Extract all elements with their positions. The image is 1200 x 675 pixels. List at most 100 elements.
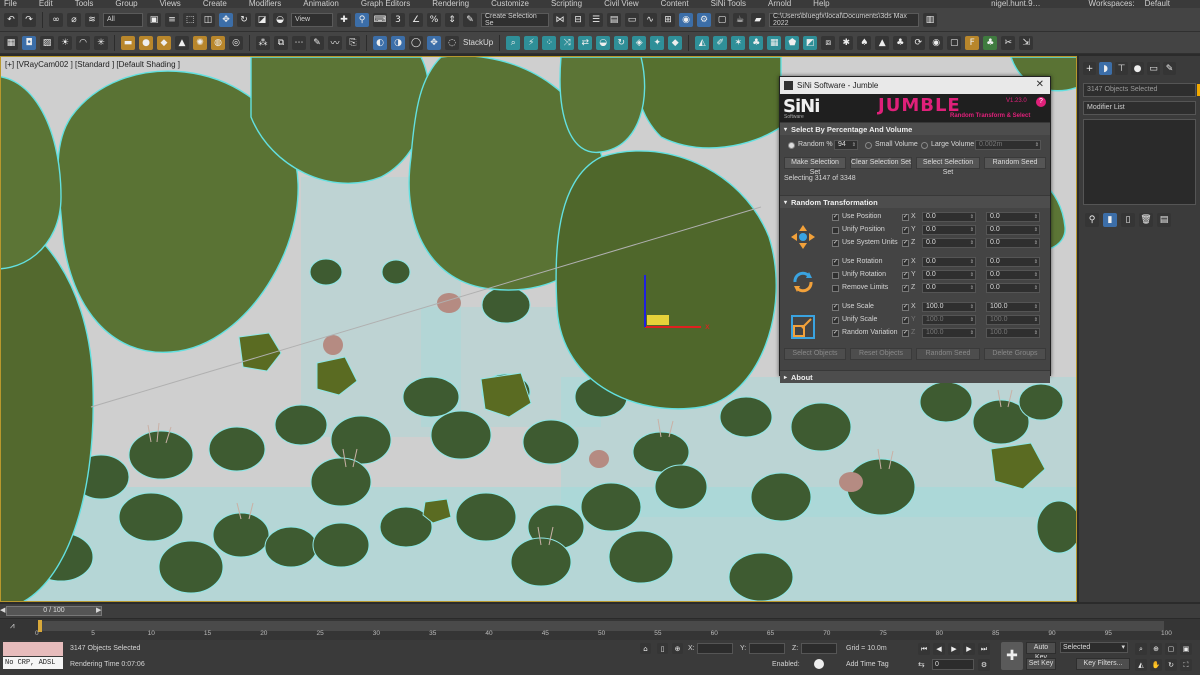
use-position-checkbox[interactable]: ✓	[832, 214, 839, 221]
undo-icon[interactable]: ↶	[4, 12, 18, 27]
go-to-end-icon[interactable]: ⏭	[978, 643, 990, 655]
bush-icon[interactable]: ♣	[893, 35, 908, 50]
random-percent-spinner[interactable]: 94 ⇕	[834, 140, 858, 150]
viewport-label[interactable]: [+] [VRayCam002 ] [Standard ] [Default S…	[5, 60, 180, 69]
scale-y-min[interactable]: 100.0 ⇕	[922, 315, 976, 325]
position-x-checkbox[interactable]: ✓	[902, 214, 909, 221]
scale-x-min[interactable]: 100.0 ⇕	[922, 302, 976, 312]
scale-z-max[interactable]: 100.0 ⇕	[986, 328, 1040, 338]
about-section-header[interactable]: ▸ About	[780, 370, 1050, 383]
absolute-mode-icon[interactable]: ⊕	[672, 643, 683, 654]
slider-prev-icon[interactable]: ◀	[0, 606, 5, 614]
select-selection-set-button[interactable]: Select Selection Set	[916, 157, 980, 176]
vray-ipr-icon[interactable]: ▨	[40, 35, 54, 50]
position-x-min[interactable]: 0.0 ⇕	[922, 212, 976, 222]
plant-icon[interactable]: ♣	[983, 35, 998, 50]
next-frame-icon[interactable]: ▶	[963, 643, 975, 655]
menu-modifiers[interactable]: Modifiers	[249, 0, 281, 8]
link-icon[interactable]: ∞	[49, 12, 63, 27]
spline-icon[interactable]: 〰	[328, 35, 342, 50]
curve-editor-icon[interactable]: ∿	[643, 12, 657, 27]
isolate-selection-icon[interactable]: ⌂	[640, 643, 651, 654]
rotation-y-checkbox[interactable]: ✓	[902, 272, 909, 279]
sini-ignite-icon[interactable]: ⚡	[524, 35, 539, 50]
selected-objects-field[interactable]: 3147 Objects Selected	[1083, 83, 1200, 97]
select-scale-icon[interactable]: ◪	[255, 12, 269, 27]
sini-refresh-icon[interactable]: ↻	[614, 35, 629, 50]
user-account[interactable]: nigel.hunt.9…	[991, 0, 1040, 8]
array-icon[interactable]: ⋯	[292, 35, 306, 50]
tools-icon[interactable]: ✂	[1001, 35, 1016, 50]
modifier-stack[interactable]	[1083, 119, 1196, 205]
x-coordinate-field[interactable]	[697, 643, 733, 654]
window-crossing-icon[interactable]: ◫	[201, 12, 215, 27]
time-configuration-icon[interactable]: ⚙	[978, 659, 990, 671]
project-path-field[interactable]: C:\Users\bluegfx\local\Documents\3ds Max…	[769, 12, 919, 27]
make-selection-set-button[interactable]: Make Selection Set	[784, 157, 846, 176]
position-z-max[interactable]: 0.0 ⇕	[986, 238, 1040, 248]
forestpack-icon[interactable]: F	[965, 35, 980, 50]
paint-icon[interactable]: ✎	[310, 35, 324, 50]
vray-frame-buffer-icon[interactable]: ▦	[4, 35, 18, 50]
manipulate-icon[interactable]: ⚲	[355, 12, 369, 27]
random-variation-checkbox[interactable]: ✓	[832, 330, 839, 337]
position-y-max[interactable]: 0.0 ⇕	[986, 225, 1040, 235]
maxscript-listener-swatch[interactable]	[3, 642, 63, 656]
use-rotation-checkbox[interactable]: ✓	[832, 259, 839, 266]
help-icon[interactable]: ?	[1036, 97, 1046, 107]
time-slider-thumb[interactable]: 0 / 100	[6, 606, 102, 616]
railclone-icon[interactable]: ⧈	[821, 35, 836, 50]
unify-rotation-checkbox[interactable]	[832, 272, 839, 279]
random-seed-transform-button[interactable]: Random Seed	[916, 348, 980, 360]
go-to-start-icon[interactable]: ⏮	[918, 643, 930, 655]
forest-rock-icon[interactable]: ⬟	[785, 35, 800, 50]
angle-snap-icon[interactable]: ∠	[409, 12, 423, 27]
position-x-max[interactable]: 0.0 ⇕	[986, 212, 1040, 222]
toggle-scene-explorer-icon[interactable]: ☰	[589, 12, 603, 27]
create-tab-icon[interactable]: +	[1083, 62, 1096, 75]
ribbon-icon[interactable]: ▭	[625, 12, 639, 27]
menu-help[interactable]: Help	[813, 0, 829, 8]
window-icon[interactable]: ▢	[947, 35, 962, 50]
small-volume-radio[interactable]	[865, 142, 872, 149]
rotation-x-max[interactable]: 0.0 ⇕	[986, 257, 1040, 267]
forest-camera-icon[interactable]: ◭	[695, 35, 710, 50]
sini-jumble-icon[interactable]: ⤨	[560, 35, 575, 50]
use-scale-checkbox[interactable]: ✓	[832, 304, 839, 311]
sini-tools-icon[interactable]: ✦	[650, 35, 665, 50]
select-section-header[interactable]: ▾ Select By Percentage And Volume	[780, 122, 1050, 135]
slider-next-icon[interactable]: ▶	[96, 606, 101, 614]
keyboard-shortcut-icon[interactable]: ⌨	[373, 12, 387, 27]
scale-y-max[interactable]: 100.0 ⇕	[986, 315, 1040, 325]
select-object-icon[interactable]: ▣	[147, 12, 161, 27]
forest-paint-icon[interactable]: ✐	[713, 35, 728, 50]
menu-arnold[interactable]: Arnold	[768, 0, 791, 8]
lightbulb-icon[interactable]: ✱	[839, 35, 854, 50]
current-frame-field[interactable]: 0	[932, 659, 974, 670]
menu-sini-tools[interactable]: SiNi Tools	[711, 0, 746, 8]
vray-plane-icon[interactable]: ▬	[121, 35, 135, 50]
rotation-z-checkbox[interactable]: ✓	[902, 285, 909, 292]
mirror-icon[interactable]: ⋈	[553, 12, 567, 27]
pine-icon[interactable]: ▲	[875, 35, 890, 50]
menu-content[interactable]: Content	[661, 0, 689, 8]
set-key-button[interactable]: Set Key	[1026, 658, 1056, 670]
remove-modifier-icon[interactable]: 🗑	[1139, 213, 1153, 227]
schematic-view-icon[interactable]: ⊞	[661, 12, 675, 27]
spinner-snap-icon[interactable]: ⇕	[445, 12, 459, 27]
rotation-x-min[interactable]: 0.0 ⇕	[922, 257, 976, 267]
play-icon[interactable]: ▶	[948, 643, 960, 655]
percent-snap-icon[interactable]: %	[427, 12, 441, 27]
pin-stack-icon[interactable]: ⚲	[1085, 213, 1099, 227]
adaptive-degradation-icon[interactable]	[814, 659, 824, 669]
stackup-label[interactable]: StackUp	[463, 38, 493, 47]
menu-civil-view[interactable]: Civil View	[604, 0, 639, 8]
menu-views[interactable]: Views	[160, 0, 181, 8]
scale-z-min[interactable]: 100.0 ⇕	[922, 328, 976, 338]
scale-y-checkbox[interactable]: ✓	[902, 317, 909, 324]
sini-hdri-icon[interactable]: ◒	[596, 35, 611, 50]
zoom-all-icon[interactable]: ⊕	[1150, 643, 1162, 655]
redo-icon[interactable]: ↷	[22, 12, 36, 27]
pivot-center-icon[interactable]: ✚	[337, 12, 351, 27]
menu-edit[interactable]: Edit	[39, 0, 53, 8]
